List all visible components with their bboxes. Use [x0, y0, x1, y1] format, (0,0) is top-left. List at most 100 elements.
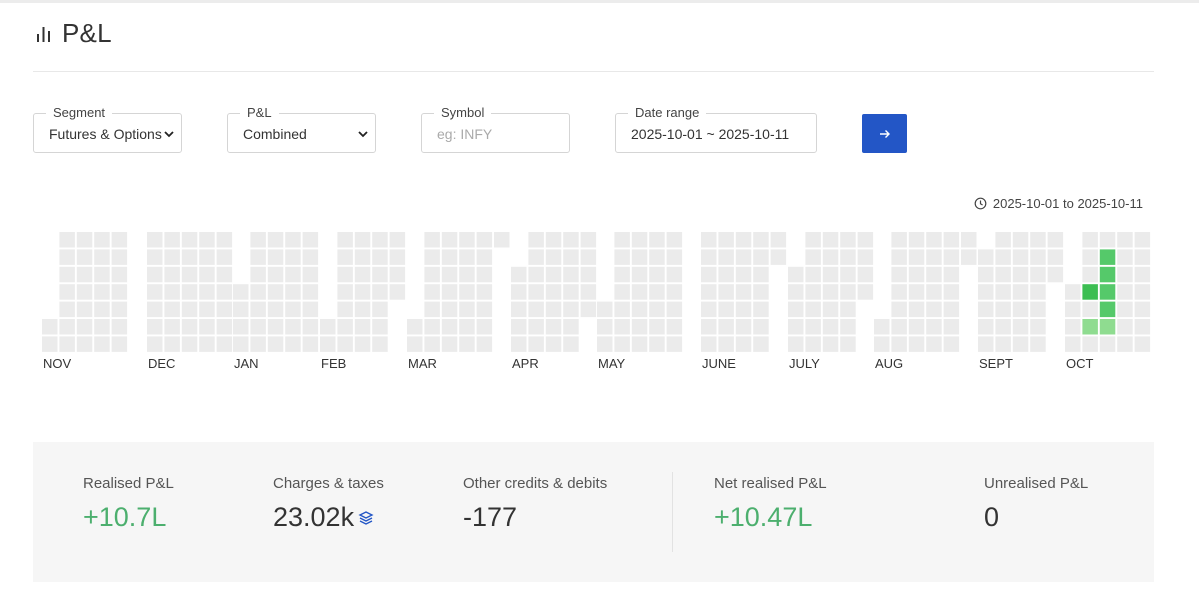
heatmap-day-cell[interactable] [649, 232, 665, 248]
heatmap-day-cell[interactable] [354, 301, 371, 318]
heatmap-day-cell[interactable] [1030, 232, 1046, 248]
heatmap-day-cell[interactable] [94, 266, 110, 283]
heatmap-day-cell[interactable] [978, 266, 994, 283]
heatmap-day-cell[interactable] [424, 319, 440, 335]
heatmap-day-cell[interactable] [337, 232, 353, 248]
heatmap-day-cell[interactable] [926, 336, 942, 352]
heatmap-day-cell[interactable] [631, 336, 648, 352]
heatmap-day-cell[interactable] [181, 319, 198, 335]
heatmap-day-cell[interactable] [1117, 284, 1133, 300]
heatmap-day-cell[interactable] [666, 249, 683, 265]
heatmap-day-cell[interactable] [805, 284, 821, 300]
heatmap-day-cell[interactable] [1012, 301, 1029, 318]
heatmap-day-cell[interactable] [1082, 232, 1098, 248]
heatmap-day-cell[interactable] [42, 319, 58, 335]
heatmap-day-cell[interactable] [597, 319, 613, 335]
heatmap-day-cell[interactable] [511, 319, 527, 335]
heatmap-day-cell[interactable] [199, 301, 215, 318]
heatmap-day-cell[interactable] [302, 284, 319, 300]
heatmap-day-cell[interactable] [285, 266, 301, 283]
heatmap-day-cell[interactable] [614, 284, 630, 300]
heatmap-day-cell[interactable] [372, 266, 388, 283]
heatmap-day-cell[interactable] [580, 232, 597, 248]
heatmap-day-cell[interactable] [580, 301, 597, 318]
heatmap-day-cell[interactable] [372, 319, 388, 335]
heatmap-day-cell[interactable] [164, 266, 180, 283]
heatmap-day-cell[interactable] [372, 336, 388, 352]
heatmap-day-cell[interactable] [147, 232, 163, 248]
heatmap-day-cell[interactable] [649, 301, 665, 318]
heatmap-day-cell[interactable] [943, 319, 960, 335]
heatmap-day-cell[interactable] [337, 249, 353, 265]
heatmap-day-cell[interactable] [1012, 266, 1029, 283]
heatmap-day-cell[interactable] [76, 266, 93, 283]
heatmap-day-cell[interactable] [1082, 249, 1098, 265]
heatmap-day-cell[interactable] [337, 319, 353, 335]
heatmap-day-cell[interactable] [302, 249, 319, 265]
heatmap-day-cell[interactable] [735, 284, 752, 300]
heatmap-day-cell[interactable] [441, 336, 458, 352]
heatmap-day-cell[interactable] [926, 301, 942, 318]
heatmap-day-cell[interactable] [788, 284, 804, 300]
heatmap-day-cell[interactable] [891, 336, 907, 352]
heatmap-day-cell[interactable] [1012, 319, 1029, 335]
heatmap-day-cell[interactable] [649, 249, 665, 265]
heatmap-day-cell[interactable] [302, 319, 319, 335]
heatmap-day-cell[interactable] [978, 284, 994, 300]
heatmap-day-cell[interactable] [770, 249, 787, 265]
heatmap-day-cell[interactable] [354, 319, 371, 335]
heatmap-day-cell[interactable] [822, 284, 839, 300]
heatmap-day-cell[interactable] [666, 284, 683, 300]
heatmap-day-cell[interactable] [164, 232, 180, 248]
heatmap-day-cell[interactable] [666, 336, 683, 352]
heatmap-day-cell[interactable] [753, 336, 769, 352]
heatmap-day-cell[interactable] [857, 284, 874, 300]
heatmap-day-cell[interactable] [1099, 232, 1116, 248]
heatmap-day-cell[interactable] [978, 249, 994, 265]
heatmap-day-cell[interactable] [181, 249, 198, 265]
heatmap-day-cell[interactable] [926, 249, 942, 265]
heatmap-day-cell[interactable] [285, 249, 301, 265]
heatmap-day-cell[interactable] [111, 266, 128, 283]
heatmap-day-cell[interactable] [337, 301, 353, 318]
heatmap-day-cell[interactable] [735, 266, 752, 283]
heatmap-day-cell[interactable] [908, 266, 925, 283]
heatmap-day-cell[interactable] [372, 232, 388, 248]
heatmap-day-cell[interactable] [943, 266, 960, 283]
heatmap-day-cell[interactable] [76, 284, 93, 300]
heatmap-day-cell[interactable] [267, 301, 284, 318]
heatmap-day-cell[interactable] [649, 284, 665, 300]
heatmap-day-cell[interactable] [701, 232, 717, 248]
heatmap-day-cell[interactable] [701, 319, 717, 335]
heatmap-day-cell[interactable] [908, 284, 925, 300]
heatmap-day-cell[interactable] [233, 284, 249, 300]
heatmap-day-cell[interactable] [302, 336, 319, 352]
heatmap-day-cell[interactable] [354, 284, 371, 300]
heatmap-day-cell[interactable] [701, 249, 717, 265]
heatmap-day-cell[interactable] [1134, 284, 1151, 300]
heatmap-day-cell[interactable] [389, 249, 406, 265]
heatmap-day-cell[interactable] [233, 301, 249, 318]
heatmap-day-cell[interactable] [233, 336, 249, 352]
heatmap-day-cell[interactable] [76, 249, 93, 265]
heatmap-day-cell[interactable] [216, 284, 233, 300]
heatmap-day-cell[interactable] [614, 232, 630, 248]
heatmap-day-cell[interactable] [857, 249, 874, 265]
heatmap-day-cell[interactable] [407, 319, 423, 335]
heatmap-day-cell[interactable] [563, 232, 579, 248]
heatmap-day-cell[interactable] [614, 301, 630, 318]
heatmap-day-cell[interactable] [995, 319, 1011, 335]
heatmap-day-cell[interactable] [1099, 319, 1116, 335]
heatmap-day-cell[interactable] [753, 249, 769, 265]
heatmap-day-cell[interactable] [908, 301, 925, 318]
heatmap-day-cell[interactable] [701, 336, 717, 352]
heatmap-day-cell[interactable] [891, 249, 907, 265]
heatmap-day-cell[interactable] [267, 284, 284, 300]
heatmap-day-cell[interactable] [805, 249, 821, 265]
heatmap-day-cell[interactable] [476, 284, 493, 300]
heatmap-day-cell[interactable] [372, 249, 388, 265]
heatmap-day-cell[interactable] [822, 249, 839, 265]
heatmap-day-cell[interactable] [147, 249, 163, 265]
heatmap-day-cell[interactable] [528, 232, 544, 248]
heatmap-day-cell[interactable] [735, 301, 752, 318]
